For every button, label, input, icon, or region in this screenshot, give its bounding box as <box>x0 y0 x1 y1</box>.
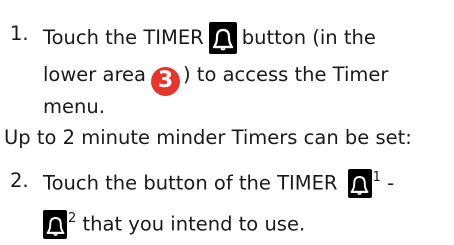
step-2-line-2: 2 that you intend to use. <box>43 210 305 240</box>
step-2-number: 2. <box>10 169 29 192</box>
step-2-text-before: Touch the button of the TIMER <box>43 171 338 195</box>
timer-1-bell-icon <box>347 169 372 198</box>
area-number-badge: 3 <box>151 66 180 96</box>
step-2-intend-text: that you intend to use. <box>82 212 306 236</box>
step-1-line-3: menu. <box>43 95 105 118</box>
step-1-lower-area-text: lower area <box>43 63 146 86</box>
timer-2-bell-icon <box>43 210 67 239</box>
instruction-page: 1. Touch the TIMER button (in the lower a… <box>0 0 454 245</box>
timers-note: Up to 2 minute minder Timers can be set: <box>4 126 412 149</box>
step-1-text-before: Touch the TIMER <box>43 26 204 49</box>
timer-1-superscript: 1 <box>372 169 381 185</box>
step-1-number: 1. <box>10 22 29 45</box>
timer-bell-icon <box>208 22 237 54</box>
step-1-line-2: lower area 3) to access the Timer <box>43 63 388 96</box>
step-1-access-text: ) to access the Timer <box>183 63 389 86</box>
step-2-dash: - <box>387 171 395 195</box>
step-1-line-1: Touch the TIMER button (in the <box>43 22 376 54</box>
step-2-line-1: Touch the button of the TIMER 1 - <box>43 169 394 199</box>
timer-2-superscript: 2 <box>68 210 77 226</box>
step-1-text-after: button (in the <box>241 26 376 49</box>
